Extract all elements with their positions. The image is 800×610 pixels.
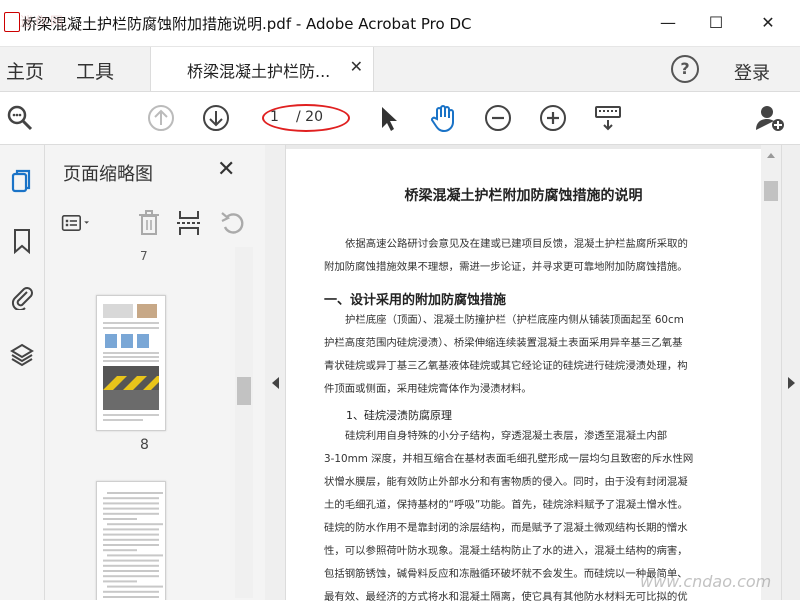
document-scrollbar[interactable] [761,145,781,600]
right-splitter[interactable] [781,145,800,600]
paragraph-line: 硅烷利用自身特殊的小分子结构，穿透混凝土表层，渗透至混凝土内部 [345,430,668,442]
paragraph-line: 3-10mm 深度，并相互缩合在基材表面毛细孔壁形成一层均匀且致密的斥水性网 [324,453,694,465]
thumbnail-page-8[interactable] [96,295,166,431]
scroll-up-icon[interactable] [761,145,781,165]
collapse-left-icon[interactable] [265,145,285,600]
thumbnail-text-line [107,492,163,494]
thumbnail-text-line [103,507,159,510]
thumbnail-text-line [103,575,159,578]
maximize-button[interactable]: ☐ [696,8,736,36]
page-up-icon[interactable] [145,102,177,134]
thumbnail-text-line [107,523,163,526]
nav-home[interactable]: 主页 [6,57,44,84]
paragraph-line: 硅烷的防水作用不是靠封闭的涂层结构，而是赋予了混凝土微观结构长期的憎水 [324,522,688,534]
main-toolbar: 1 / 20 [0,92,800,145]
watermark-top-left: 迷你网 [20,15,66,30]
keyboard-icon[interactable] [592,102,624,134]
left-splitter[interactable] [265,145,286,600]
thumbnail-text-line [103,518,137,520]
thumbnail-text-line [103,570,159,572]
paragraph-line: 状憎水膜层，能有效防止外部水分和有害物质的侵入。同时，由于没有封闭混凝 [324,476,688,488]
thumbnail-scrollbar-thumb[interactable] [237,377,251,405]
subsection-heading: 1、硅烷浸渍防腐原理 [346,409,452,422]
bookmark-icon[interactable] [8,227,36,255]
thumbnail-label: 8 [140,437,149,453]
page-number-box[interactable]: 1 / 20 [262,104,352,132]
thumbnail-text-line [103,538,159,541]
thumbnail-scrollbar[interactable] [235,247,253,598]
rotate-icon[interactable] [217,207,249,239]
panel-title: 页面缩略图 [63,164,153,185]
paragraph-line: 护栏高度范围内硅烷浸渍）、桥梁伸缩连续装置混凝土表面采用异辛基三乙氧基 [324,337,683,349]
hand-icon[interactable] [427,102,459,134]
paragraph-line: 性，可以参照荷叶防水现象。混凝土结构防止了水的进入，混凝土结构的病害， [324,545,688,557]
thumbnail-text-line [103,528,159,531]
thumbnail-text-line [103,590,159,593]
document-tab-close-icon[interactable]: ✕ [350,57,363,76]
acrobat-app-icon [4,12,20,32]
thumbnail-panel: 页面缩略图 ✕ 7 8 [45,145,266,600]
search-zoom-icon[interactable] [4,102,36,134]
panel-close-icon[interactable]: ✕ [217,157,235,182]
page-down-icon[interactable] [200,102,232,134]
expand-right-panel-icon[interactable] [782,145,800,600]
section-heading: 一、设计采用的附加防腐蚀措施 [324,293,507,308]
pdf-page: 桥梁混凝土护栏附加防腐蚀措施的说明 依据高速公路研讨会意见及在建或已建项目反馈，… [286,149,761,603]
attachment-icon[interactable] [8,283,36,311]
thumbnail-text-line [103,502,159,505]
zoom-out-icon[interactable] [482,102,514,134]
thumbnail-text-line [103,559,159,562]
document-scrollbar-thumb[interactable] [764,181,778,201]
watermark-bottom-right: www.cndao.com [640,572,772,591]
thumbnail-text-line [103,596,159,598]
share-user-icon[interactable] [754,102,786,134]
left-rail [0,145,45,600]
title-bar: 桥梁混凝土护栏防腐蚀附加措施说明.pdf - Adobe Acrobat Pro… [0,0,800,47]
help-icon[interactable]: ? [671,55,699,83]
signin-button[interactable]: 登录 [734,59,770,85]
thumbnail-text-line [103,564,159,567]
thumbnail-text-line [103,512,159,515]
paragraph-line: 护栏底座（顶面）、混凝土防撞护栏（护栏底座内侧从铺装顶面起至 60cm [345,314,684,326]
split-page-icon[interactable] [173,207,205,239]
zoom-in-icon[interactable] [537,102,569,134]
document-tab-label: 桥梁混凝土护栏防... [187,62,331,81]
nav-tools[interactable]: 工具 [76,57,114,84]
document-view: 桥梁混凝土护栏附加防腐蚀措施的说明 依据高速公路研讨会意见及在建或已建项目反馈，… [286,145,761,603]
window-title: 桥梁混凝土护栏防腐蚀附加措施说明.pdf - Adobe Acrobat Pro… [22,15,472,33]
thumbnail-text-line [103,497,159,500]
thumbnail-text-line [103,549,137,552]
thumbnail-prev-label: 7 [140,249,148,263]
minimize-button[interactable]: — [648,8,688,36]
paragraph-line: 青状硅烷或异丁基三乙氧基液体硅烷或其它经论证的硅烷进行硅烷浸渍处理，构 [324,360,688,372]
thumbnail-list: 7 8 [45,249,265,600]
thumbnail-page-9[interactable] [96,481,166,600]
paragraph-line: 依据高速公路研讨会意见及在建或已建项目反馈，混凝土护栏盐腐所采取的 [345,238,688,250]
paragraph-line: 土的毛细孔道，保持基材的“呼吸”功能。首先，硅烷涂料赋予了混凝土憎水性。 [324,499,689,511]
paragraph-line: 附加防腐蚀措施效果不理想，需进一步论证，并寻求更可靠地附加防腐蚀措施。 [324,261,688,273]
thumbnail-text-line [107,585,163,588]
thumbnail-text-line [103,580,137,583]
close-window-button[interactable]: ✕ [748,8,788,36]
options-menu-icon[interactable] [61,207,93,239]
layers-icon[interactable] [8,341,36,369]
page-thumbnails-icon[interactable] [8,167,36,195]
delete-page-icon[interactable] [133,207,165,239]
tab-bar: 主页 工具 桥梁混凝土护栏防... ✕ ? 登录 [0,47,800,92]
thumbnail-text-line [107,554,163,557]
red-annotation-ellipse [262,104,350,132]
document-tab[interactable]: 桥梁混凝土护栏防... ✕ [150,47,374,91]
panel-toolbar [45,203,265,243]
thumbnail-text-line [103,533,159,536]
paragraph-line: 件顶面或侧面，采用硅烷膏体作为浸渍材料。 [324,383,532,395]
document-title: 桥梁混凝土护栏附加防腐蚀措施的说明 [404,188,643,204]
thumbnail-text-line [103,544,159,546]
select-arrow-icon[interactable] [372,102,404,134]
